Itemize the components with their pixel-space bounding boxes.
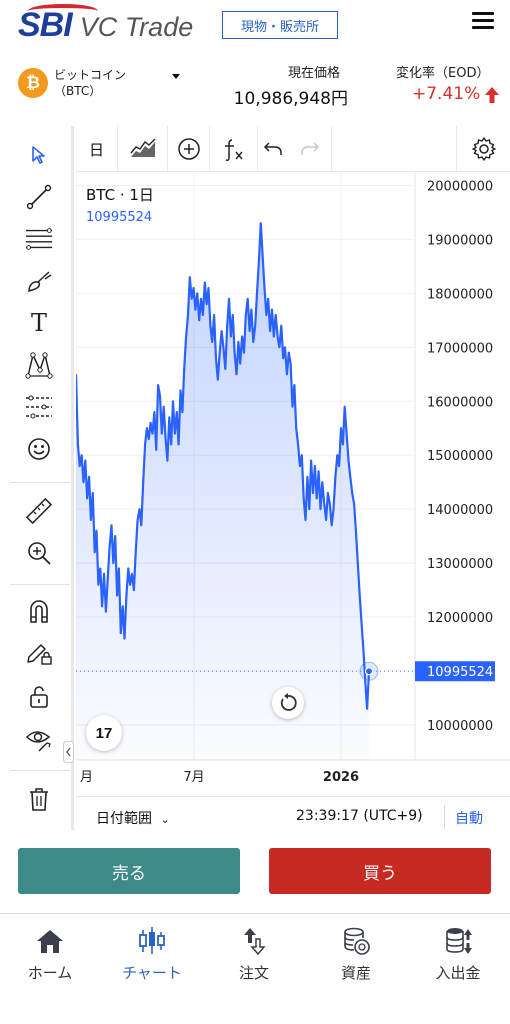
- change-label: 変化率（EOD）: [396, 66, 490, 81]
- chart-clock[interactable]: 23:39:17 (UTC+9): [296, 808, 423, 824]
- candlestick-icon: [139, 927, 165, 954]
- ruler-icon[interactable]: [24, 496, 54, 526]
- y-tick-label: 17000000: [427, 341, 493, 356]
- y-tick-label: 12000000: [427, 611, 493, 626]
- nav-chart[interactable]: チャート: [102, 922, 202, 982]
- zoom-in-icon[interactable]: [24, 538, 54, 568]
- add-indicator-icon[interactable]: [168, 126, 210, 172]
- coin-name: ビットコイン: [54, 68, 127, 82]
- x-tick-label: 月: [80, 770, 93, 785]
- toolbar-separator: [10, 584, 70, 585]
- drawing-toolbar: T: [10, 126, 70, 830]
- y-tick-label: 10000000: [427, 719, 493, 734]
- chevron-down-icon: ⌄: [160, 813, 170, 826]
- deposit-icon: [446, 928, 472, 954]
- change-value: +7.41%: [412, 84, 481, 104]
- price-chart[interactable]: 20000000 19000000 18000000 17000000 16000000…: [76, 172, 510, 792]
- y-tick-label: 14000000: [427, 503, 493, 518]
- redo-icon[interactable]: [288, 126, 332, 172]
- y-tick-label: 16000000: [427, 395, 493, 410]
- chevron-down-icon[interactable]: [172, 74, 180, 79]
- eye-icon[interactable]: [24, 724, 54, 754]
- toolbar-separator: [10, 770, 70, 771]
- fx-indicators-icon[interactable]: [210, 126, 258, 172]
- exchange-type-button[interactable]: 現物・販売所: [222, 11, 338, 39]
- nav-home[interactable]: ホーム: [0, 922, 100, 982]
- logo-arc: [28, 4, 98, 18]
- lock-drawing-icon[interactable]: [24, 638, 54, 668]
- date-range-label: 日付範囲: [96, 811, 152, 827]
- app-header: SBI VC Trade 現物・販売所: [0, 0, 510, 56]
- x-tick-label: 7月: [183, 770, 204, 785]
- sell-button[interactable]: 売る: [18, 848, 240, 894]
- chart-last-value-label: 10995524: [86, 210, 153, 225]
- chart-symbol-label: BTC · 1日: [86, 186, 154, 204]
- bitcoin-icon[interactable]: ₿: [18, 68, 48, 98]
- coin-code: （BTC）: [54, 84, 102, 98]
- y-tick-label: 18000000: [427, 287, 493, 302]
- y-tick-label: 15000000: [427, 449, 493, 464]
- coin-selector[interactable]: ビットコイン （BTC）: [54, 67, 126, 99]
- y-tick-label: 20000000: [427, 179, 493, 194]
- arrow-up-icon: [485, 87, 499, 103]
- last-price-dot: [364, 667, 374, 676]
- reset-chart-icon[interactable]: [272, 687, 304, 719]
- forecast-icon[interactable]: [24, 392, 54, 422]
- coins-icon: [344, 927, 370, 955]
- text-tool-glyph: T: [30, 309, 47, 337]
- price-area-fill: [76, 223, 369, 760]
- chart-type-icon[interactable]: [118, 126, 168, 172]
- sbi-vc-trade-logo[interactable]: SBI VC Trade: [18, 4, 193, 45]
- interval-button[interactable]: 日: [76, 126, 118, 172]
- trend-line-icon[interactable]: [24, 182, 54, 212]
- brush-icon[interactable]: [24, 266, 54, 296]
- pattern-icon[interactable]: [24, 350, 54, 380]
- ticker-row: ₿ ビットコイン （BTC） 現在価格 10,986,948円 変化率（EOD）…: [0, 56, 510, 120]
- nav-assets[interactable]: 資産: [306, 922, 406, 982]
- interval-label: 日: [88, 140, 104, 159]
- nav-assets-label: 資産: [340, 964, 371, 982]
- range-divider: [444, 805, 445, 829]
- nav-order[interactable]: 注文: [204, 922, 304, 982]
- y-tick-label: 13000000: [427, 557, 493, 572]
- lock-icon[interactable]: [24, 682, 54, 712]
- price-value: 10,986,948円: [233, 89, 348, 109]
- home-icon: [37, 930, 63, 953]
- toolbar-divider: [71, 126, 74, 830]
- auto-scale-toggle[interactable]: 自動: [455, 808, 483, 828]
- last-price-tag-label: 10995524: [427, 665, 493, 680]
- cursor-arrow-icon[interactable]: [24, 140, 54, 170]
- undo-icon[interactable]: [258, 126, 288, 172]
- buy-button[interactable]: 買う: [269, 848, 491, 894]
- date-range-dropdown[interactable]: 日付範囲 ⌄: [96, 808, 170, 828]
- nav-home-label: ホーム: [27, 964, 73, 982]
- text-icon[interactable]: T: [24, 308, 54, 338]
- order-arrows-icon: [244, 928, 266, 956]
- chart-toolbar: 日: [76, 126, 510, 172]
- trash-icon[interactable]: [24, 784, 54, 814]
- bottom-navigation: ホーム チャート 注文 資産 入出金: [0, 913, 510, 1024]
- magnet-icon[interactable]: [24, 596, 54, 626]
- chart-range-bar: 日付範囲 ⌄ 23:39:17 (UTC+9) 自動: [76, 796, 510, 836]
- emoji-icon[interactable]: [24, 434, 54, 464]
- y-tick-label: 19000000: [427, 233, 493, 248]
- settings-gear-icon[interactable]: [456, 126, 510, 172]
- hamburger-menu-icon[interactable]: [472, 12, 494, 29]
- x-tick-label: 2026: [323, 770, 359, 785]
- nav-order-label: 注文: [238, 964, 269, 982]
- nav-deposit[interactable]: 入出金: [408, 922, 508, 982]
- nav-deposit-label: 入出金: [435, 964, 481, 982]
- price-label: 現在価格: [288, 66, 341, 81]
- toolbar-separator: [10, 482, 70, 483]
- collapse-toolbar-icon[interactable]: [63, 741, 75, 763]
- nav-chart-label: チャート: [122, 964, 182, 982]
- fib-lines-icon[interactable]: [24, 224, 54, 254]
- tradingview-logo[interactable]: 17: [86, 715, 122, 751]
